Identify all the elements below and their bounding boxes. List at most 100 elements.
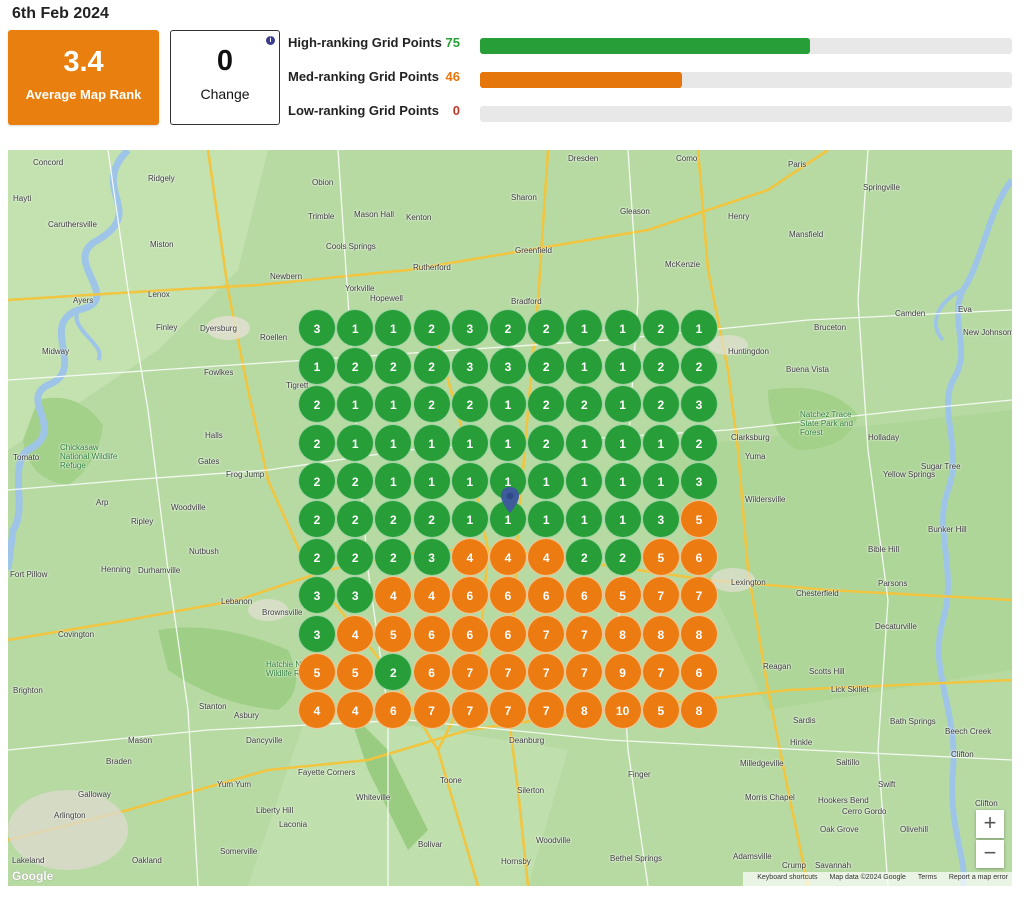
grid-point[interactable]: 9 xyxy=(603,652,642,691)
grid-point[interactable]: 1 xyxy=(603,309,642,347)
grid-point[interactable]: 5 xyxy=(336,652,375,691)
grid-point[interactable]: 5 xyxy=(680,500,718,538)
grid-point[interactable]: 7 xyxy=(412,691,451,729)
grid-point[interactable]: 2 xyxy=(298,500,336,538)
grid-point[interactable]: 6 xyxy=(489,614,527,653)
grid-point[interactable]: 1 xyxy=(527,500,566,538)
grid-point[interactable]: 6 xyxy=(680,652,718,691)
grid-point[interactable]: 2 xyxy=(641,309,680,347)
grid-point[interactable]: 2 xyxy=(336,500,375,538)
grid-point[interactable]: 2 xyxy=(374,652,413,691)
grid-point[interactable]: 7 xyxy=(641,652,680,691)
grid-point[interactable]: 1 xyxy=(641,423,680,462)
grid-point[interactable]: 3 xyxy=(412,538,451,577)
grid-point[interactable]: 1 xyxy=(641,461,680,500)
grid-point[interactable]: 1 xyxy=(336,309,375,347)
terms-link[interactable]: Terms xyxy=(918,874,937,881)
grid-point[interactable]: 1 xyxy=(603,423,642,462)
grid-point[interactable]: 2 xyxy=(527,423,566,462)
grid-point[interactable]: 1 xyxy=(374,423,413,462)
grid-point[interactable]: 5 xyxy=(374,614,413,653)
grid-point[interactable]: 1 xyxy=(603,385,642,424)
grid-point[interactable]: 1 xyxy=(680,309,718,347)
grid-point[interactable]: 2 xyxy=(680,347,718,386)
grid-point[interactable]: 1 xyxy=(565,423,604,462)
grid-point[interactable]: 2 xyxy=(412,309,451,347)
grid-point[interactable]: 1 xyxy=(336,423,375,462)
grid-point[interactable]: 7 xyxy=(489,652,527,691)
grid-point[interactable]: 7 xyxy=(565,652,604,691)
grid-point[interactable]: 4 xyxy=(298,691,336,729)
grid-point[interactable]: 6 xyxy=(450,614,489,653)
grid-point[interactable]: 1 xyxy=(450,423,489,462)
grid-point[interactable]: 1 xyxy=(412,461,451,500)
grid-point[interactable]: 4 xyxy=(336,614,375,653)
grid-point[interactable]: 1 xyxy=(603,347,642,386)
grid-point[interactable]: 4 xyxy=(489,538,527,577)
grid-point[interactable]: 3 xyxy=(489,347,527,386)
grid-point[interactable]: 2 xyxy=(412,385,451,424)
grid-point[interactable]: 2 xyxy=(603,538,642,577)
grid-point[interactable]: 10 xyxy=(603,691,642,729)
grid-point[interactable]: 3 xyxy=(298,614,336,653)
grid-point[interactable]: 7 xyxy=(527,691,566,729)
zoom-in-button[interactable]: + xyxy=(976,810,1004,838)
grid-point[interactable]: 1 xyxy=(374,461,413,500)
grid-point[interactable]: 5 xyxy=(641,691,680,729)
grid-point[interactable]: 1 xyxy=(603,461,642,500)
info-icon[interactable]: i xyxy=(266,36,275,45)
grid-point[interactable]: 7 xyxy=(565,614,604,653)
grid-point[interactable]: 3 xyxy=(298,309,336,347)
grid-point[interactable]: 7 xyxy=(527,614,566,653)
map-view[interactable]: Concord Ridgely Obion Dresden Como Paris Sprin… xyxy=(8,150,1012,886)
grid-point[interactable]: 7 xyxy=(450,652,489,691)
grid-point[interactable]: 2 xyxy=(680,423,718,462)
grid-point[interactable]: 4 xyxy=(450,538,489,577)
grid-point[interactable]: 4 xyxy=(412,576,451,615)
grid-point[interactable]: 2 xyxy=(298,538,336,577)
grid-point[interactable]: 8 xyxy=(603,614,642,653)
grid-point[interactable]: 7 xyxy=(641,576,680,615)
grid-point[interactable]: 2 xyxy=(641,385,680,424)
grid-point[interactable]: 2 xyxy=(298,461,336,500)
grid-point[interactable]: 1 xyxy=(450,461,489,500)
grid-point[interactable]: 7 xyxy=(489,691,527,729)
business-location-pin-icon[interactable] xyxy=(501,487,519,513)
grid-point[interactable]: 3 xyxy=(450,347,489,386)
report-map-error-link[interactable]: Report a map error xyxy=(949,874,1008,881)
grid-point[interactable]: 8 xyxy=(641,614,680,653)
grid-point[interactable]: 1 xyxy=(603,500,642,538)
grid-point[interactable]: 4 xyxy=(336,691,375,729)
grid-point[interactable]: 6 xyxy=(680,538,718,577)
grid-point[interactable]: 8 xyxy=(680,691,718,729)
place-label: Yellow Springs xyxy=(883,470,936,479)
grid-point[interactable]: 2 xyxy=(489,309,527,347)
grid-point[interactable]: 2 xyxy=(412,347,451,386)
grid-point[interactable]: 5 xyxy=(641,538,680,577)
grid-point[interactable]: 1 xyxy=(450,500,489,538)
keyboard-shortcuts-link[interactable]: Keyboard shortcuts xyxy=(757,874,817,881)
grid-point[interactable]: 1 xyxy=(527,461,566,500)
grid-point[interactable]: 3 xyxy=(641,500,680,538)
grid-point[interactable]: 2 xyxy=(412,500,451,538)
grid-point[interactable]: 5 xyxy=(298,652,336,691)
grid-point[interactable]: 8 xyxy=(680,614,718,653)
grid-point[interactable]: 6 xyxy=(450,576,489,615)
grid-point[interactable]: 2 xyxy=(336,461,375,500)
grid-point[interactable]: 2 xyxy=(298,423,336,462)
grid-point[interactable]: 7 xyxy=(450,691,489,729)
grid-point[interactable]: 3 xyxy=(680,461,718,500)
grid-point[interactable]: 7 xyxy=(527,652,566,691)
grid-point[interactable]: 2 xyxy=(527,309,566,347)
grid-point[interactable]: 1 xyxy=(298,347,336,386)
grid-point[interactable]: 2 xyxy=(450,385,489,424)
zoom-out-button[interactable]: − xyxy=(976,840,1004,868)
grid-point[interactable]: 5 xyxy=(603,576,642,615)
grid-point[interactable]: 6 xyxy=(412,614,451,653)
grid-point[interactable]: 1 xyxy=(565,461,604,500)
grid-point[interactable]: 1 xyxy=(412,423,451,462)
grid-point[interactable]: 2 xyxy=(641,347,680,386)
grid-point[interactable]: 6 xyxy=(412,652,451,691)
grid-point[interactable]: 3 xyxy=(450,309,489,347)
grid-point[interactable]: 1 xyxy=(489,423,527,462)
